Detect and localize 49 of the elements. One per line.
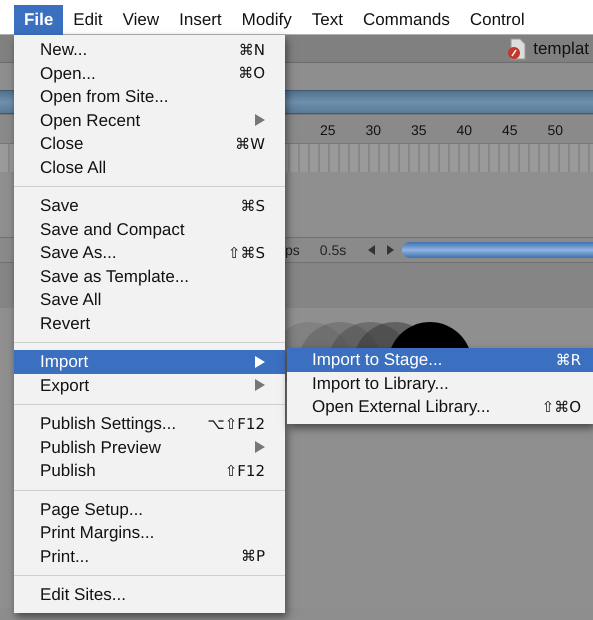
submenu-arrow-icon [255,441,265,454]
menu-bar-item[interactable]: View [112,5,170,35]
menu-item[interactable]: Open from Site... [14,85,285,108]
ruler-label: 35 [411,121,428,140]
scroll-right-icon[interactable] [386,245,394,255]
menu-item[interactable]: Page Setup... [14,498,285,521]
menu-item[interactable]: Import to Library... [287,372,593,395]
submenu-arrow-icon [255,114,265,126]
menu-item[interactable]: Publish Preview [14,436,285,459]
frame-rate-label: ps [285,240,300,260]
menu-item[interactable]: Open External Library... ⇧⌘O [287,395,593,418]
menu-item[interactable]: Save All [14,288,285,312]
scroll-left-icon[interactable] [368,245,376,255]
menu-bar-item[interactable]: Control [460,5,535,35]
menu-item[interactable]: Save As... ⇧⌘S [14,241,285,264]
elapsed-time-label: 0.5s [320,240,346,260]
menu-item[interactable]: New... ⌘N [14,38,285,62]
menu-bar-item[interactable]: Modify [232,5,302,35]
menu-item[interactable]: Print... ⌘P [14,544,285,568]
menu-item[interactable]: Print Margins... [14,521,285,544]
ruler-label: 40 [456,121,474,140]
document-icon [507,38,528,60]
menu-bar-item[interactable]: File [14,5,64,35]
menu-item[interactable]: Save as Template... [14,264,285,288]
menu-item[interactable]: Save ⌘S [14,194,285,218]
ruler-label: 45 [502,121,519,140]
ruler-label: 50 [548,121,564,140]
ruler-label: 30 [366,121,382,140]
menu-item[interactable]: Edit Sites... [14,583,285,606]
menu-item[interactable]: Import to Stage... ⌘R [287,348,593,372]
menu-item[interactable]: Save and Compact [14,218,285,241]
submenu-arrow-icon [255,379,265,392]
menu-item[interactable]: Publish Settings... ⌥⇧F12 [14,412,285,436]
menu-item[interactable]: Open Recent [14,108,285,132]
menu-bar-item[interactable]: Insert [169,5,232,35]
menu-item[interactable]: Export [14,374,285,397]
menu-bar-item[interactable]: Edit [63,5,113,35]
menu-bar-item[interactable]: Commands [352,5,460,35]
menu-item[interactable]: Import [14,350,285,374]
menu-item[interactable]: Open... ⌘O [14,62,285,85]
document-tab-title[interactable]: templat [533,36,589,62]
menu-item[interactable]: Close ⌘W [14,132,285,156]
ruler-label: 25 [320,121,337,140]
menu-item[interactable]: Revert [14,312,285,335]
menu-bar-item[interactable]: Text [302,5,353,35]
menu-item[interactable]: Publish ⇧F12 [14,459,285,482]
menu-item[interactable]: Close All [14,156,285,179]
submenu-arrow-icon [255,356,265,368]
horizontal-scrollbar[interactable] [402,242,593,258]
